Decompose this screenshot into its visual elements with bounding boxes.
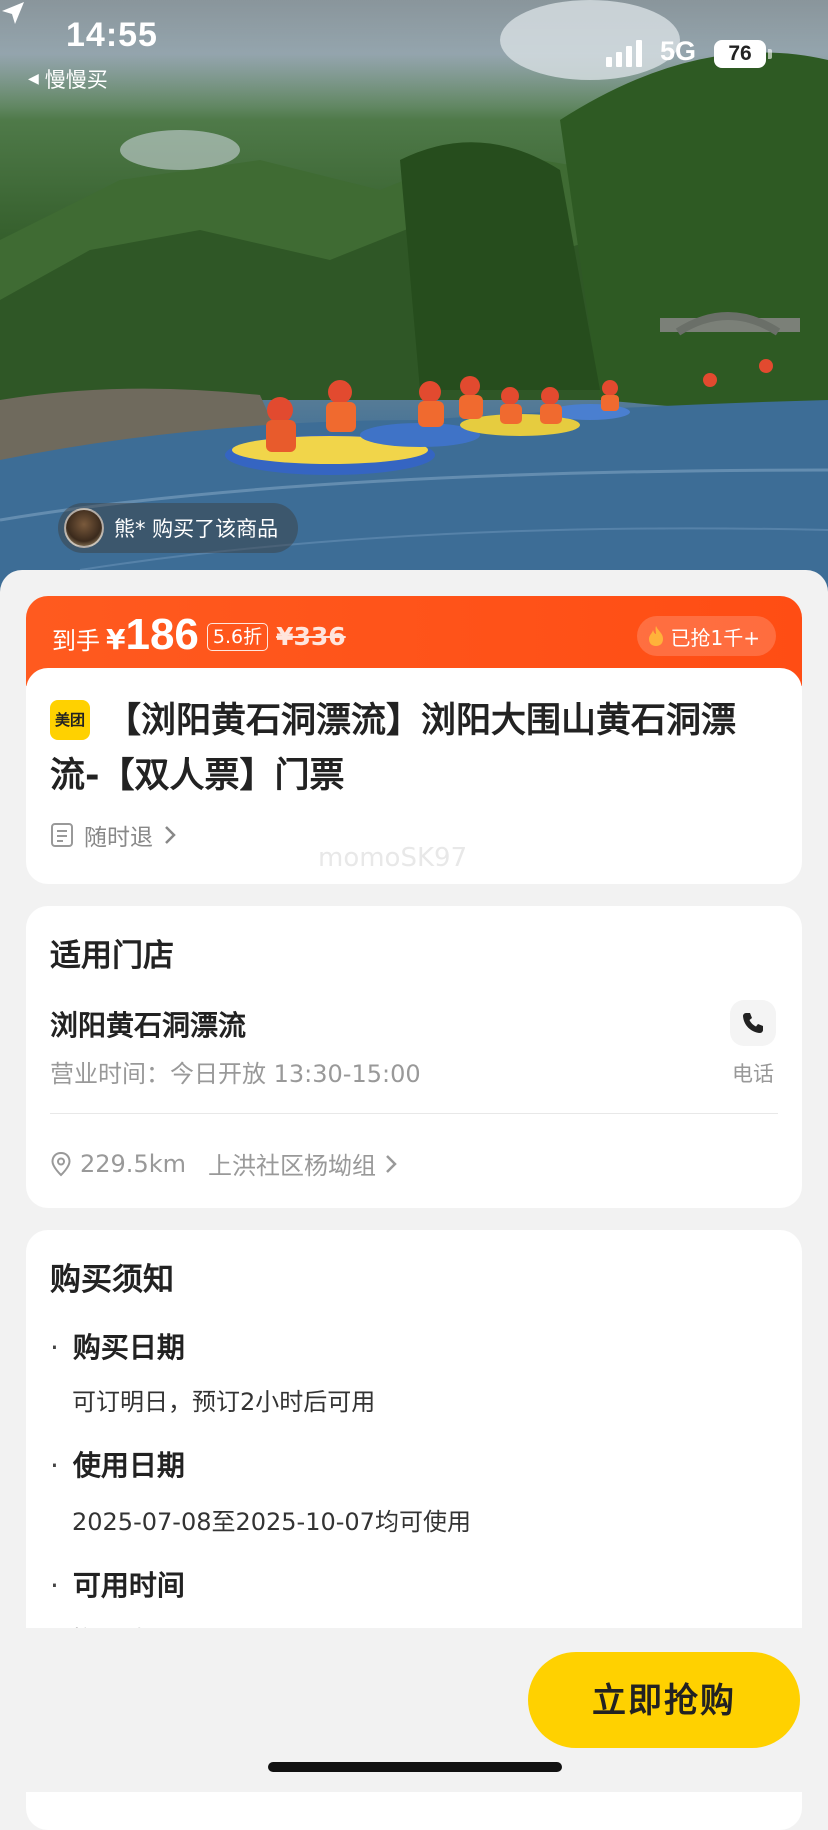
location-pin-icon xyxy=(51,1151,71,1176)
price-prefix: 到手 xyxy=(52,627,100,655)
notice-item-text: 可订明日，预订2小时后可用 xyxy=(72,1388,376,1416)
notice-item-title: · 使用日期 xyxy=(50,1449,185,1482)
watermark: momoSK97 xyxy=(318,843,468,873)
original-price: ¥336 xyxy=(276,622,346,651)
divider xyxy=(50,1113,778,1114)
battery-tip xyxy=(768,49,772,59)
refund-policy-link[interactable]: 随时退 xyxy=(50,818,177,852)
buy-now-button[interactable]: 立即抢购 xyxy=(528,1652,800,1748)
recent-buyer-pill: 熊* 购买了该商品 xyxy=(58,503,299,553)
notice-item-title-text: 可用时间 xyxy=(72,1569,185,1602)
home-indicator[interactable] xyxy=(268,1762,562,1772)
recent-buyer-text: 熊* 购买了该商品 xyxy=(114,517,279,541)
price-row: 到手 ¥ 186 5.6折 ¥336 xyxy=(52,610,346,660)
sold-count-text: 已抢1千+ xyxy=(670,625,760,650)
cell-signal-icon xyxy=(606,40,642,67)
notice-item-title: · 可用时间 xyxy=(50,1569,185,1602)
product-title: 【浏阳黄石洞漂流】浏阳大围山黄石洞漂流-【双人票】门票 xyxy=(50,701,737,796)
notice-item-title: · 购买日期 xyxy=(50,1331,185,1364)
avatar xyxy=(64,508,104,548)
notice-item-text: 2025-07-08至2025-10-07均可使用 xyxy=(72,1508,471,1536)
status-time: 14:55 xyxy=(66,16,158,54)
notice-item-title-text: 购买日期 xyxy=(72,1331,185,1364)
phone-icon xyxy=(743,1013,763,1033)
store-address-link[interactable]: 229.5km 上洪社区杨坳组 xyxy=(50,1146,398,1181)
fire-icon xyxy=(648,626,663,646)
notice-section-title: 购买须知 xyxy=(50,1262,174,1298)
back-to-app-link[interactable]: ◀ 慢慢买 xyxy=(28,64,108,94)
notice-item-title-text: 使用日期 xyxy=(72,1449,185,1482)
store-section-title: 适用门店 xyxy=(50,938,174,974)
battery-icon: 76 xyxy=(714,40,766,68)
currency-symbol: ¥ xyxy=(106,623,126,656)
hero-photo[interactable]: 14:55 ◀ 慢慢买 5G 76 熊* 购买了该商品 xyxy=(0,0,828,600)
store-hours: 营业时间：今日开放 13:30-15:00 xyxy=(50,1060,421,1088)
phone-button[interactable] xyxy=(730,1000,776,1046)
store-name[interactable]: 浏阳黄石洞漂流 xyxy=(50,1004,246,1044)
discount-badge: 5.6折 xyxy=(206,623,269,651)
store-card: 适用门店 浏阳黄石洞漂流 营业时间：今日开放 13:30-15:00 电话 22… xyxy=(26,906,802,1208)
back-triangle-icon: ◀ xyxy=(28,71,39,87)
location-arrow-icon xyxy=(2,2,24,24)
chevron-right-icon xyxy=(165,826,176,844)
store-address: 上洪社区杨坳组 xyxy=(207,1152,376,1180)
back-app-label: 慢慢买 xyxy=(44,68,108,92)
final-price: 186 xyxy=(125,610,199,659)
store-distance: 229.5km xyxy=(80,1149,186,1178)
network-type: 5G xyxy=(660,36,697,66)
phone-label: 电话 xyxy=(732,1062,774,1086)
refund-label: 随时退 xyxy=(84,825,153,851)
document-icon xyxy=(51,823,73,847)
chevron-right-icon xyxy=(386,1154,397,1173)
sold-count-badge: 已抢1千+ xyxy=(636,616,776,656)
